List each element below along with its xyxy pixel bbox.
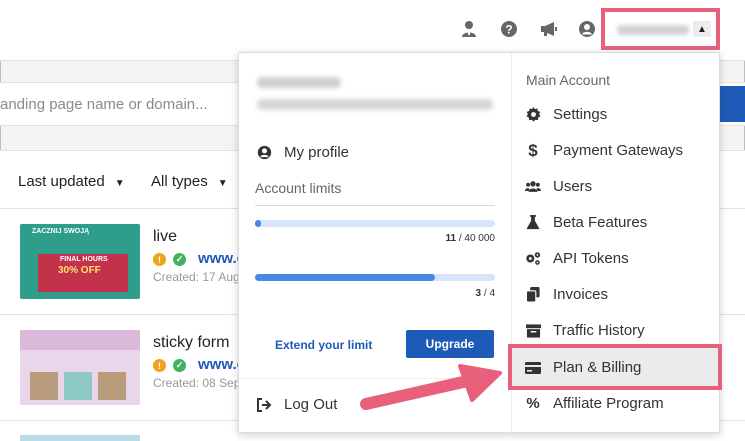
extend-limit-link[interactable]: Extend your limit <box>275 338 372 352</box>
menu-item-invoices[interactable]: Invoices <box>525 286 608 303</box>
menu-label-affiliate-program: Affiliate Program <box>553 395 664 412</box>
thumb-promo-box: FINAL HOURS 30% OFF <box>38 254 128 292</box>
menu-item-affiliate-program[interactable]: % Affiliate Program <box>525 395 664 412</box>
sort-dropdown[interactable]: Last updated ▼ <box>18 173 125 190</box>
flask-icon <box>525 215 541 231</box>
annotation-arrow-icon <box>360 364 502 410</box>
my-profile-label: My profile <box>284 144 350 161</box>
sort-label: Last updated <box>18 173 105 190</box>
menu-item-settings[interactable]: Settings <box>525 106 607 123</box>
log-out-label: Log Out <box>284 396 338 413</box>
landing-thumbnail <box>20 330 140 405</box>
menu-label-users: Users <box>553 178 593 195</box>
thumb-promo-text: 30% OFF <box>58 265 101 276</box>
account-circle-icon <box>256 145 272 161</box>
limit-bar-2 <box>255 274 495 281</box>
user-name-blurred <box>257 77 341 88</box>
account-circle-icon[interactable] <box>577 19 597 39</box>
gears-icon <box>525 251 541 267</box>
limit-bar-2-fill <box>255 274 435 281</box>
account-limits-label: Account limits <box>255 180 342 196</box>
row-title[interactable]: live <box>153 228 177 246</box>
search-input[interactable]: anding page name or domain... <box>0 96 208 113</box>
limit-2-label: 3 / 4 <box>475 288 495 299</box>
menu-label-traffic-history: Traffic History <box>553 322 645 339</box>
my-profile-link[interactable]: My profile <box>256 144 349 161</box>
limit-1-label: 11 / 40 000 <box>445 233 495 244</box>
menu-item-beta-features[interactable]: Beta Features <box>525 214 647 231</box>
caret-up-icon[interactable]: ▲ <box>693 21 711 37</box>
menu-item-plan-billing[interactable]: Plan & Billing <box>525 359 641 376</box>
menu-label-payment-gateways: Payment Gateways <box>553 142 684 159</box>
upgrade-button[interactable]: Upgrade <box>406 330 494 358</box>
limits-divider <box>255 205 495 206</box>
menu-label-plan-billing: Plan & Billing <box>553 359 642 376</box>
user-card <box>255 71 497 119</box>
menu-label-invoices: Invoices <box>553 286 609 303</box>
sign-out-icon <box>256 397 272 413</box>
menu-item-users[interactable]: Users <box>525 178 592 195</box>
person-pin-icon[interactable] <box>459 19 479 39</box>
thumb-promo-top: FINAL HOURS <box>60 256 108 263</box>
menu-item-traffic-history[interactable]: Traffic History <box>525 322 645 339</box>
main-account-label: Main Account <box>526 72 611 88</box>
menu-item-payment-gateways[interactable]: $ Payment Gateways <box>525 140 684 160</box>
users-icon <box>525 179 541 195</box>
megaphone-icon[interactable] <box>539 19 559 39</box>
archive-icon <box>525 323 541 339</box>
copy-icon <box>525 287 541 303</box>
check-icon: ✓ <box>173 253 186 266</box>
account-menu-button[interactable]: ▲ <box>601 8 720 50</box>
thumb-heading: ZACZNIJ SWOJĄ <box>32 228 90 235</box>
type-dropdown[interactable]: All types ▼ <box>151 173 228 190</box>
caret-down-icon: ▼ <box>114 178 125 189</box>
user-email-blurred <box>257 99 493 110</box>
svg-text:?: ? <box>505 23 512 37</box>
check-icon: ✓ <box>173 359 186 372</box>
account-name-blurred <box>617 25 689 35</box>
gear-icon <box>525 107 541 123</box>
warning-icon: ! <box>153 253 166 266</box>
log-out-link[interactable]: Log Out <box>256 396 337 413</box>
warning-icon: ! <box>153 359 166 372</box>
dollar-icon: $ <box>528 140 538 160</box>
landing-thumbnail: ZACZNIJ SWOJĄ FINAL HOURS 30% OFF <box>20 224 140 299</box>
limit-bar-1 <box>255 220 495 227</box>
menu-label-beta-features: Beta Features <box>553 214 648 231</box>
row-title[interactable]: sticky form <box>153 334 229 352</box>
help-icon[interactable]: ? <box>499 19 519 39</box>
search-button[interactable] <box>718 86 745 122</box>
type-label: All types <box>151 173 208 190</box>
menu-label-api-tokens: API Tokens <box>553 250 629 267</box>
caret-down-icon: ▼ <box>217 178 228 189</box>
row-created: Created: 08 Sep <box>153 376 241 390</box>
menu-label-settings: Settings <box>553 106 608 123</box>
credit-card-icon <box>525 360 541 376</box>
limit-bar-1-fill <box>255 220 261 227</box>
menu-item-api-tokens[interactable]: API Tokens <box>525 250 629 267</box>
percent-icon: % <box>526 395 540 412</box>
row-created: Created: 17 Aug <box>153 270 240 284</box>
